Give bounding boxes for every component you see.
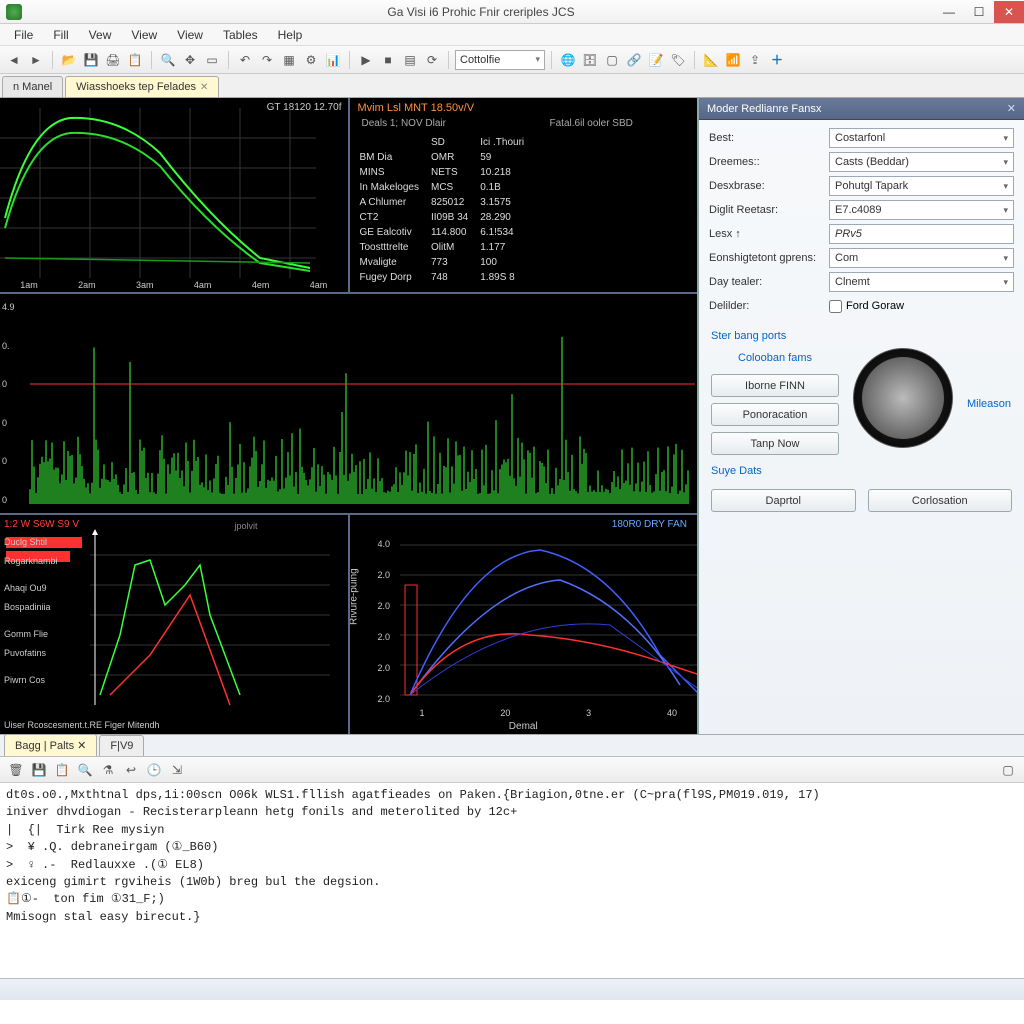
chart-signals[interactable]: 1:2 W S6W S9 V jpolvit Duclg (0, 515, 350, 734)
titlebar: Ga Visi i6 Prohic Fnir creriples JCS — ☐… (0, 0, 1024, 24)
btn-corlosation[interactable]: Corlosation (868, 489, 1013, 512)
table-hdr: Mvim Lsl MNT 18.50v/V (358, 102, 475, 114)
properties-panel: Moder Redlianre Fansx✕ Best:Costarfonl D… (699, 98, 1024, 734)
menubar: File Fill Vew View View Tables Help (0, 24, 1024, 46)
tool-globe-icon[interactable]: 🌐 (558, 50, 578, 70)
link-ster-bang[interactable]: Ster bang ports (699, 324, 1024, 348)
chart-data-table[interactable]: Mvim Lsl MNT 18.50v/V Deals 1; NOV Dlair… (350, 98, 698, 292)
tab-close-icon[interactable]: ✕ (200, 82, 208, 93)
readout-table: SDIci .Thouri BM DiaOMR59 MINSNETS10.218… (358, 134, 537, 286)
tool-note-icon[interactable]: 📝 (646, 50, 666, 70)
tool-chart-icon[interactable]: 📊 (323, 50, 343, 70)
log-tab[interactable]: Bagg | Palts ✕ (4, 734, 97, 756)
app-icon (6, 4, 22, 20)
tool-redo-icon[interactable]: ↷ (257, 50, 277, 70)
log-max-icon[interactable]: ▢ (998, 760, 1018, 780)
tool-form-icon[interactable]: ▢ (602, 50, 622, 70)
panel-close-icon[interactable]: ✕ (1007, 102, 1016, 115)
field-eonsh[interactable]: Com (829, 248, 1014, 268)
log-ex-icon[interactable]: ⇲ (167, 760, 187, 780)
tool-ref-icon[interactable]: ⟳ (422, 50, 442, 70)
chart-fan-curves[interactable]: 180R0 DRY FAN 4.0 2.0 2.0 (350, 515, 698, 734)
tool-fwd-icon[interactable]: ► (26, 50, 46, 70)
log-find-icon[interactable]: 🔍 (75, 760, 95, 780)
tool-link-icon[interactable]: 🔗 (624, 50, 644, 70)
tool-up-icon[interactable]: ⇪ (745, 50, 765, 70)
tab-manel[interactable]: n Manel (2, 76, 63, 97)
log-tab2[interactable]: F|V9 (99, 735, 144, 756)
field-desxbrase[interactable]: Pohutgl Tapark (829, 176, 1014, 196)
document-tabs: n Manel Wiasshoeks tep Felades✕ (0, 74, 1024, 98)
tool-back-icon[interactable]: ◄ (4, 50, 24, 70)
tool-run-icon[interactable]: ▶ (356, 50, 376, 70)
tool-meas-icon[interactable]: 📐 (701, 50, 721, 70)
panel-header: Moder Redlianre Fansx✕ (699, 98, 1024, 120)
tool-pan-icon[interactable]: ✥ (180, 50, 200, 70)
btn-ponoracation[interactable]: Ponoracation (711, 403, 839, 426)
maximize-button[interactable]: ☐ (964, 1, 994, 23)
tool-cfg-icon[interactable]: ⚙ (301, 50, 321, 70)
log-toolbar: 🗑 💾 📋 🔍 ⚗ ↩ 🕒 ⇲ ▢ (0, 757, 1024, 783)
tool-select-icon[interactable]: ▭ (202, 50, 222, 70)
toolbar-combo[interactable]: Cottolfie (455, 50, 545, 70)
tool-grid-icon[interactable]: ▦ (279, 50, 299, 70)
tool-stop-icon[interactable]: ■ (378, 50, 398, 70)
log-filter-icon[interactable]: ⚗ (98, 760, 118, 780)
tool-table-icon[interactable]: ▤ (400, 50, 420, 70)
tool-zoom-icon[interactable]: 🔍 (158, 50, 178, 70)
field-daytealer[interactable]: Clnemt (829, 272, 1014, 292)
btn-iborne[interactable]: Iborne FINN (711, 374, 839, 397)
menu-file[interactable]: File (4, 26, 43, 44)
group-hdr: Colooban fams (711, 352, 839, 364)
log-save-icon[interactable]: 💾 (29, 760, 49, 780)
tool-copy-icon[interactable]: 📋 (125, 50, 145, 70)
link-suye-dats[interactable]: Suye Dats (699, 459, 1024, 483)
btn-tanp-now[interactable]: Tanp Now (711, 432, 839, 455)
tool-undo-icon[interactable]: ↶ (235, 50, 255, 70)
fan-thumbnail (853, 348, 953, 448)
tool-tag-icon[interactable]: 🏷 (668, 50, 688, 70)
minimize-button[interactable]: — (934, 1, 964, 23)
field-lesx[interactable]: PRv5 (829, 224, 1014, 244)
menu-view[interactable]: View (121, 26, 167, 44)
log-copy-icon[interactable]: 📋 (52, 760, 72, 780)
window-title: Ga Visi i6 Prohic Fnir creriples JCS (28, 5, 934, 19)
statusbar (0, 978, 1024, 1000)
field-diglit[interactable]: E7.c4089 (829, 200, 1014, 220)
tab-wiasshoeks[interactable]: Wiasshoeks tep Felades✕ (65, 76, 219, 97)
field-best[interactable]: Costarfonl (829, 128, 1014, 148)
log-time-icon[interactable]: 🕒 (144, 760, 164, 780)
menu-help[interactable]: Help (268, 26, 313, 44)
chart-canvas: GT 18120 12.70f 1am (0, 98, 699, 734)
close-button[interactable]: ✕ (994, 1, 1024, 23)
menu-view2[interactable]: View (167, 26, 213, 44)
menu-tables[interactable]: Tables (213, 26, 268, 44)
chart-spectrum[interactable]: 4.9 0. 0 0 0 0 (0, 294, 697, 515)
menu-vew[interactable]: Vew (79, 26, 122, 44)
field-delilder[interactable]: Ford Goraw (829, 300, 904, 313)
chart-envelope[interactable]: GT 18120 12.70f 1am (0, 98, 350, 292)
thumb-caption[interactable]: Mileason (967, 398, 1011, 410)
tool-db-icon[interactable]: 🗄 (580, 50, 600, 70)
tool-print-icon[interactable]: 🖨 (103, 50, 123, 70)
btn-daprtol[interactable]: Daprtol (711, 489, 856, 512)
log-clear-icon[interactable]: 🗑 (6, 760, 26, 780)
field-dreemes[interactable]: Casts (Beddar) (829, 152, 1014, 172)
main-toolbar: ◄ ► 📂 💾 🖨 📋 🔍 ✥ ▭ ↶ ↷ ▦ ⚙ 📊 ▶ ■ ▤ ⟳ Cott… (0, 46, 1024, 74)
log-panel: Bagg | Palts ✕ F|V9 🗑 💾 📋 🔍 ⚗ ↩ 🕒 ⇲ ▢ dt… (0, 734, 1024, 1000)
tool-bar-icon[interactable]: 📶 (723, 50, 743, 70)
tool-open-icon[interactable]: 📂 (59, 50, 79, 70)
log-wrap-icon[interactable]: ↩ (121, 760, 141, 780)
tool-plus-icon[interactable]: ＋ (767, 50, 787, 70)
tool-save-icon[interactable]: 💾 (81, 50, 101, 70)
log-output[interactable]: dt0s.o0.,Mxthtnal dps,1i:00scn O06k WLS1… (0, 783, 1024, 978)
menu-fill[interactable]: Fill (43, 26, 78, 44)
